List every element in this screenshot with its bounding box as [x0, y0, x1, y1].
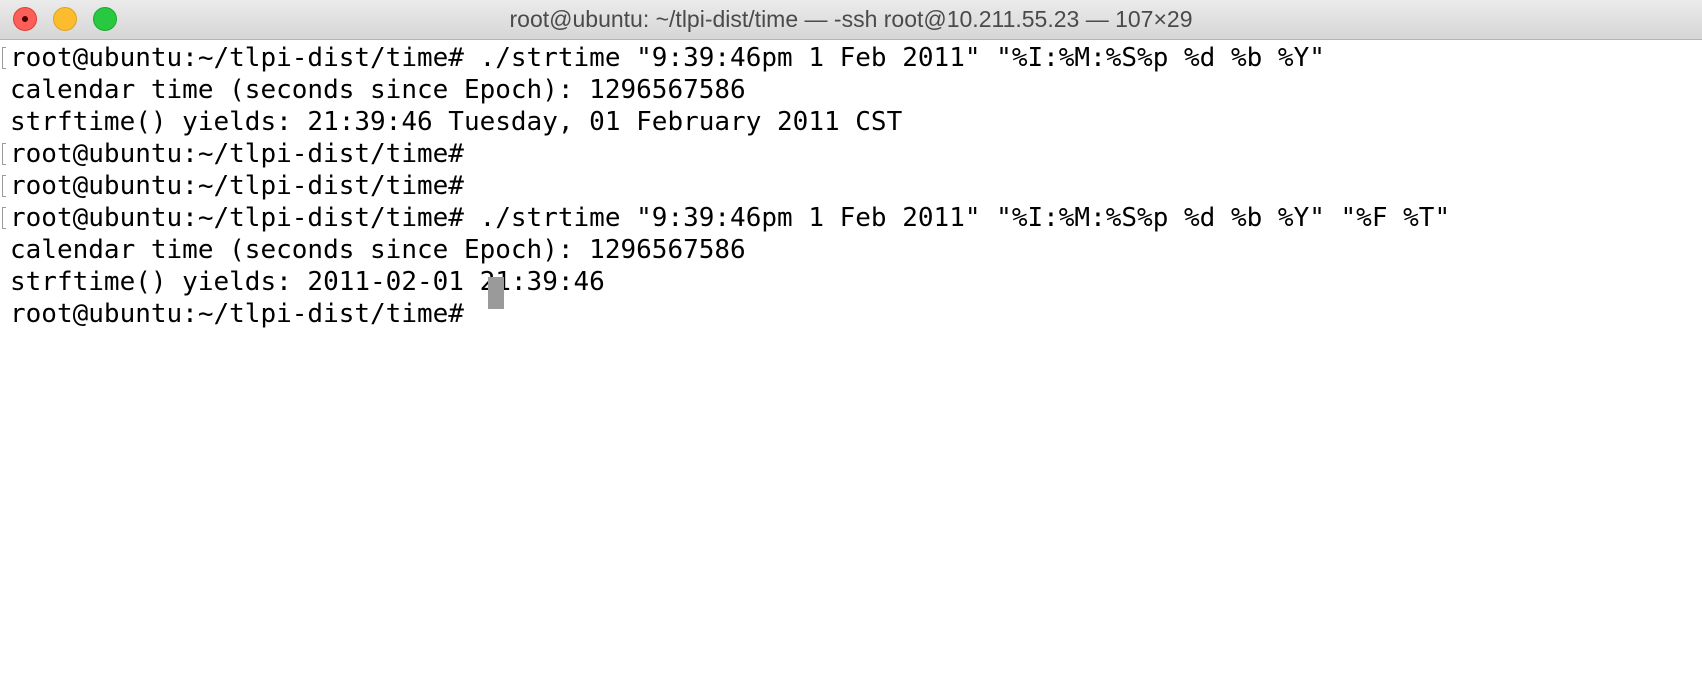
terminal-content[interactable]: root@ubuntu:~/tlpi-dist/time# ./strtime …: [0, 40, 1702, 694]
terminal-line-6: root@ubuntu:~/tlpi-dist/time# ./strtime …: [10, 203, 1451, 233]
prompt-mark-icon: [2, 143, 6, 165]
terminal-line-5: root@ubuntu:~/tlpi-dist/time#: [10, 171, 464, 201]
terminal-cursor: [488, 277, 504, 309]
terminal-line-8: strftime() yields: 2011-02-01 21:39:46: [10, 267, 605, 297]
title-bar[interactable]: root@ubuntu: ~/tlpi-dist/time — -ssh roo…: [0, 0, 1702, 40]
terminal-line-1: root@ubuntu:~/tlpi-dist/time# ./strtime …: [10, 43, 1325, 73]
terminal-line-3: strftime() yields: 21:39:46 Tuesday, 01 …: [10, 107, 903, 137]
terminal-line-2: calendar time (seconds since Epoch): 129…: [10, 75, 746, 105]
terminal-window: root@ubuntu: ~/tlpi-dist/time — -ssh roo…: [0, 0, 1702, 694]
prompt-mark-icon: [2, 175, 6, 197]
prompt-mark-icon: [2, 47, 6, 69]
window-title: root@ubuntu: ~/tlpi-dist/time — -ssh roo…: [509, 6, 1193, 32]
terminal-line-7: calendar time (seconds since Epoch): 129…: [10, 235, 746, 265]
prompt-mark-icon: [2, 207, 6, 229]
terminal-line-9: root@ubuntu:~/tlpi-dist/time#: [10, 299, 480, 329]
terminal-line-4: root@ubuntu:~/tlpi-dist/time#: [10, 139, 464, 169]
